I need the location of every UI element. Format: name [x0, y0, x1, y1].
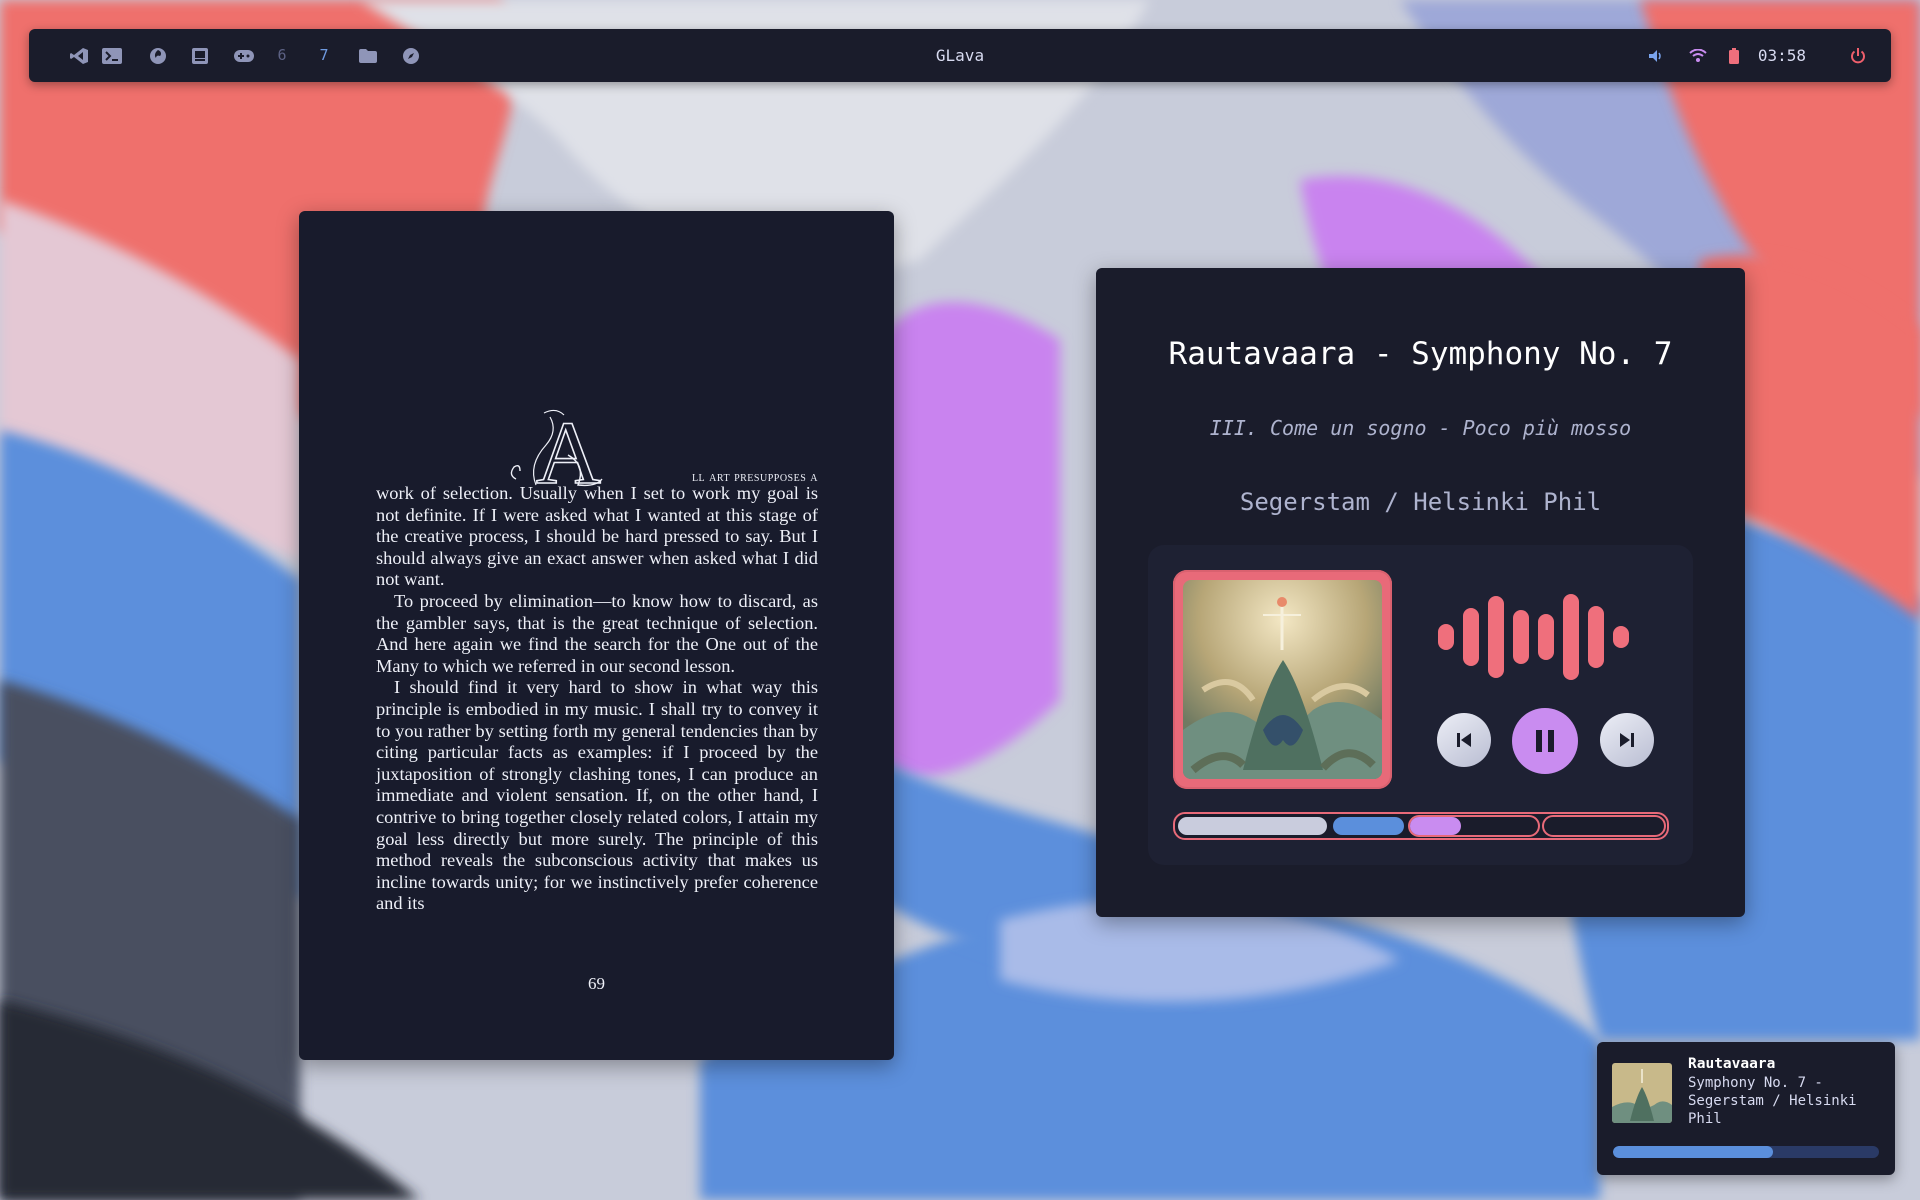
workspace-6[interactable]: 6 — [271, 29, 293, 82]
track-title: Rautavaara - Symphony No. 7 — [1168, 336, 1673, 372]
next-track-button[interactable] — [1600, 713, 1654, 767]
dropcap-illuminated-letter: A — [510, 405, 603, 491]
compass-icon[interactable] — [396, 29, 426, 82]
wifi-icon[interactable] — [1683, 29, 1713, 82]
pause-icon — [1536, 730, 1554, 752]
folder-icon[interactable] — [353, 29, 383, 82]
music-player-window[interactable]: Rautavaara - Symphony No. 7 III. Come un… — [1096, 268, 1745, 917]
paragraph-1: work of selection. Usually when I set to… — [376, 483, 818, 590]
track-artist: Segerstam / Helsinki Phil — [1239, 488, 1602, 516]
album-cover — [1183, 580, 1382, 779]
paragraph-3: I should find it very hard to show in wh… — [376, 677, 818, 914]
power-icon[interactable] — [1843, 29, 1873, 82]
progress-segment-2 — [1333, 817, 1404, 835]
notification-title: Rautavaara — [1688, 1056, 1776, 1072]
paragraph-2: To proceed by elimination—to know how to… — [376, 590, 818, 676]
gamepad-icon[interactable] — [229, 29, 259, 82]
previous-track-button[interactable] — [1437, 713, 1491, 767]
notification-progress-bar — [1613, 1146, 1879, 1158]
notification-progress-fill — [1613, 1146, 1773, 1158]
document-viewer-window[interactable]: A ll art presupposes a work of selection… — [299, 211, 894, 1060]
player-controls-panel — [1148, 545, 1693, 865]
dropcap-letter: A — [536, 405, 601, 491]
battery-icon[interactable] — [1719, 29, 1749, 82]
dropcap-line: A ll art presupposes a — [376, 405, 818, 491]
progress-segment-4 — [1544, 817, 1664, 835]
terminal-icon[interactable] — [97, 29, 127, 82]
chat-icon[interactable] — [185, 29, 215, 82]
vscode-icon[interactable] — [64, 29, 94, 82]
album-cover-frame — [1173, 570, 1392, 789]
page-number: 69 — [588, 974, 605, 993]
progress-segment-1 — [1178, 817, 1327, 835]
page-text: A ll art presupposes a work of selection… — [376, 405, 818, 915]
firefox-icon[interactable] — [143, 29, 173, 82]
notification-album-thumbnail — [1612, 1063, 1672, 1123]
next-icon — [1620, 733, 1634, 747]
notification-body: Symphony No. 7 - Segerstam / Helsinki Ph… — [1688, 1075, 1857, 1127]
progress-segment-3 — [1410, 817, 1538, 835]
first-line-smallcaps: ll art presupposes a — [691, 470, 818, 486]
volume-icon[interactable] — [1641, 29, 1671, 82]
workspace-7[interactable]: 7 — [313, 29, 335, 82]
media-notification[interactable]: Rautavaara Symphony No. 7 - Segerstam / … — [1597, 1042, 1895, 1175]
pause-button[interactable] — [1512, 708, 1578, 774]
track-movement: III. Come un sogno - Poco più mosso — [1209, 416, 1632, 440]
playback-progress-bar[interactable] — [1173, 812, 1669, 840]
top-panel: 6 7 GLava 03:58 — [29, 29, 1891, 82]
audio-visualizer — [1438, 594, 1629, 680]
progress-segment-3-fill — [1410, 817, 1462, 835]
previous-icon — [1457, 733, 1471, 747]
clock[interactable]: 03:58 — [1758, 29, 1806, 82]
window-title: GLava — [935, 46, 985, 65]
